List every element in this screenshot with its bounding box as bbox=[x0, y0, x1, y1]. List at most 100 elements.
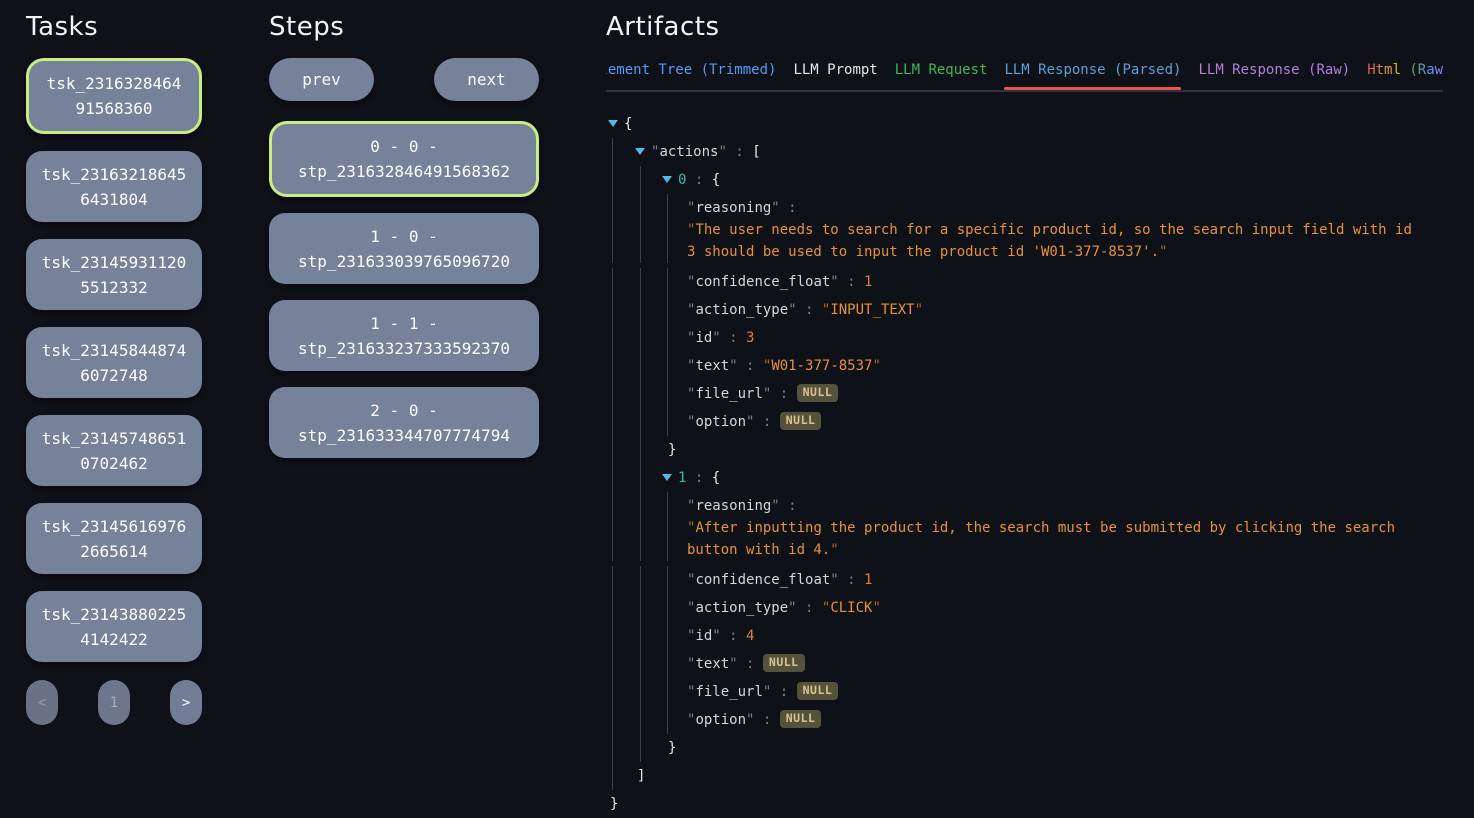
step-item[interactable]: 2 - 0 - stp_231633344707774794 bbox=[269, 387, 539, 458]
collapse-arrow-icon[interactable] bbox=[662, 474, 672, 481]
indent-guide bbox=[667, 566, 668, 594]
collapse-arrow-icon[interactable] bbox=[608, 120, 618, 127]
json-line: } bbox=[606, 734, 1443, 762]
null-badge: NULL bbox=[763, 654, 805, 672]
json-key: file_url bbox=[695, 386, 762, 402]
indent-guide bbox=[640, 324, 641, 352]
tab-llm-response-parsed[interactable]: LLM Response (Parsed) bbox=[1004, 58, 1181, 90]
json-key: reasoning bbox=[695, 498, 771, 514]
task-list: tsk_231632846491568360 tsk_23163218645643… bbox=[26, 58, 202, 662]
json-token: 3 bbox=[746, 330, 754, 346]
indent-guide bbox=[612, 762, 613, 790]
next-page-button[interactable]: > bbox=[170, 680, 202, 725]
indent-guide bbox=[667, 650, 668, 678]
task-item[interactable]: tsk_231632186456431804 bbox=[26, 151, 202, 222]
indent-guide bbox=[612, 678, 613, 706]
prev-page-button[interactable]: < bbox=[26, 680, 58, 725]
indent-guide bbox=[640, 706, 641, 734]
prev-step-button[interactable]: prev bbox=[269, 58, 374, 101]
collapse-arrow-icon[interactable] bbox=[635, 148, 645, 155]
step-item[interactable]: 1 - 0 - stp_231633039765096720 bbox=[269, 213, 539, 284]
json-token: " bbox=[729, 358, 737, 374]
json-token: " bbox=[788, 302, 796, 318]
indent-guide bbox=[640, 166, 641, 194]
task-item[interactable]: tsk_231632846491568360 bbox=[26, 58, 202, 134]
tab-llm-request[interactable]: LLM Request bbox=[895, 58, 988, 90]
next-step-button[interactable]: next bbox=[434, 58, 539, 101]
json-line: "The user needs to search for a specific… bbox=[606, 219, 1443, 263]
json-token: " bbox=[771, 200, 779, 216]
json-line: "file_url" : NULL bbox=[606, 678, 1443, 706]
json-key: confidence_float bbox=[695, 572, 830, 588]
json-line: ] bbox=[606, 762, 1443, 790]
step-item[interactable]: 0 - 0 - stp_231632846491568362 bbox=[269, 121, 539, 197]
indent-guide bbox=[612, 492, 613, 520]
tab-html-raw[interactable]: Html (Raw) bbox=[1367, 58, 1443, 90]
indent-guide bbox=[640, 408, 641, 436]
json-token: 4 bbox=[746, 628, 754, 644]
json-token: 1 bbox=[864, 572, 872, 588]
json-token: { bbox=[712, 172, 720, 188]
task-item[interactable]: tsk_231438802254142422 bbox=[26, 591, 202, 662]
json-key: option bbox=[695, 414, 746, 430]
json-key: text bbox=[695, 358, 729, 374]
indent-guide bbox=[612, 706, 613, 734]
steps-title: Steps bbox=[269, 12, 539, 42]
json-token: INPUT_TEXT bbox=[830, 302, 914, 318]
json-line: "confidence_float" : 1 bbox=[606, 566, 1443, 594]
json-token: " bbox=[872, 600, 880, 616]
json-token: : bbox=[721, 330, 746, 346]
json-token: ] bbox=[637, 768, 645, 784]
indent-guide bbox=[667, 678, 668, 706]
json-token: } bbox=[668, 442, 676, 458]
indent-guide bbox=[612, 194, 613, 222]
indent-guide bbox=[667, 706, 668, 734]
indent-guide bbox=[667, 219, 668, 263]
indent-guide bbox=[667, 492, 668, 520]
step-item[interactable]: 1 - 1 - stp_231633237333592370 bbox=[269, 300, 539, 371]
task-item[interactable]: tsk_231456169762665614 bbox=[26, 503, 202, 574]
json-line: "id" : 4 bbox=[606, 622, 1443, 650]
indent-guide bbox=[640, 566, 641, 594]
json-key: id bbox=[695, 628, 712, 644]
task-item[interactable]: tsk_231458448746072748 bbox=[26, 327, 202, 398]
indent-guide bbox=[612, 324, 613, 352]
indent-guide bbox=[612, 566, 613, 594]
json-line: "reasoning" : bbox=[606, 194, 1443, 222]
tab-llm-prompt[interactable]: LLM Prompt bbox=[793, 58, 877, 90]
json-key: id bbox=[695, 330, 712, 346]
indent-guide bbox=[640, 464, 641, 492]
tasks-pagination: < 1 > bbox=[26, 680, 202, 725]
indent-guide bbox=[667, 324, 668, 352]
task-item[interactable]: tsk_231457486510702462 bbox=[26, 415, 202, 486]
indent-guide bbox=[640, 517, 641, 561]
json-token: " bbox=[712, 628, 720, 644]
json-token: } bbox=[610, 796, 618, 812]
json-line: { bbox=[606, 110, 1443, 138]
collapse-arrow-icon[interactable] bbox=[662, 176, 672, 183]
json-token: : bbox=[686, 172, 711, 188]
steps-nav: prev next bbox=[269, 58, 539, 101]
json-token: : bbox=[780, 498, 805, 514]
indent-guide bbox=[640, 650, 641, 678]
json-token: : bbox=[686, 470, 711, 486]
step-list: 0 - 0 - stp_231632846491568362 1 - 0 - st… bbox=[269, 121, 539, 458]
json-token: : bbox=[727, 144, 752, 160]
json-token: W01-377-8537 bbox=[771, 358, 872, 374]
json-token: : bbox=[738, 656, 763, 672]
indent-guide bbox=[667, 352, 668, 380]
indent-guide bbox=[612, 352, 613, 380]
current-page-button[interactable]: 1 bbox=[98, 680, 130, 725]
json-token: " bbox=[915, 302, 923, 318]
indent-guide bbox=[640, 380, 641, 408]
tab-llm-response-raw[interactable]: LLM Response (Raw) bbox=[1198, 58, 1350, 90]
indent-guide bbox=[667, 594, 668, 622]
indent-guide bbox=[640, 594, 641, 622]
json-token: After inputting the product id, the sear… bbox=[687, 520, 1395, 558]
tab-element-tree-trimmed[interactable]: Element Tree (Trimmed) bbox=[606, 58, 776, 90]
json-token: " bbox=[788, 600, 796, 616]
json-line: "confidence_float" : 1 bbox=[606, 268, 1443, 296]
indent-guide bbox=[667, 194, 668, 222]
json-key: action_type bbox=[695, 302, 788, 318]
task-item[interactable]: tsk_231459311205512332 bbox=[26, 239, 202, 310]
